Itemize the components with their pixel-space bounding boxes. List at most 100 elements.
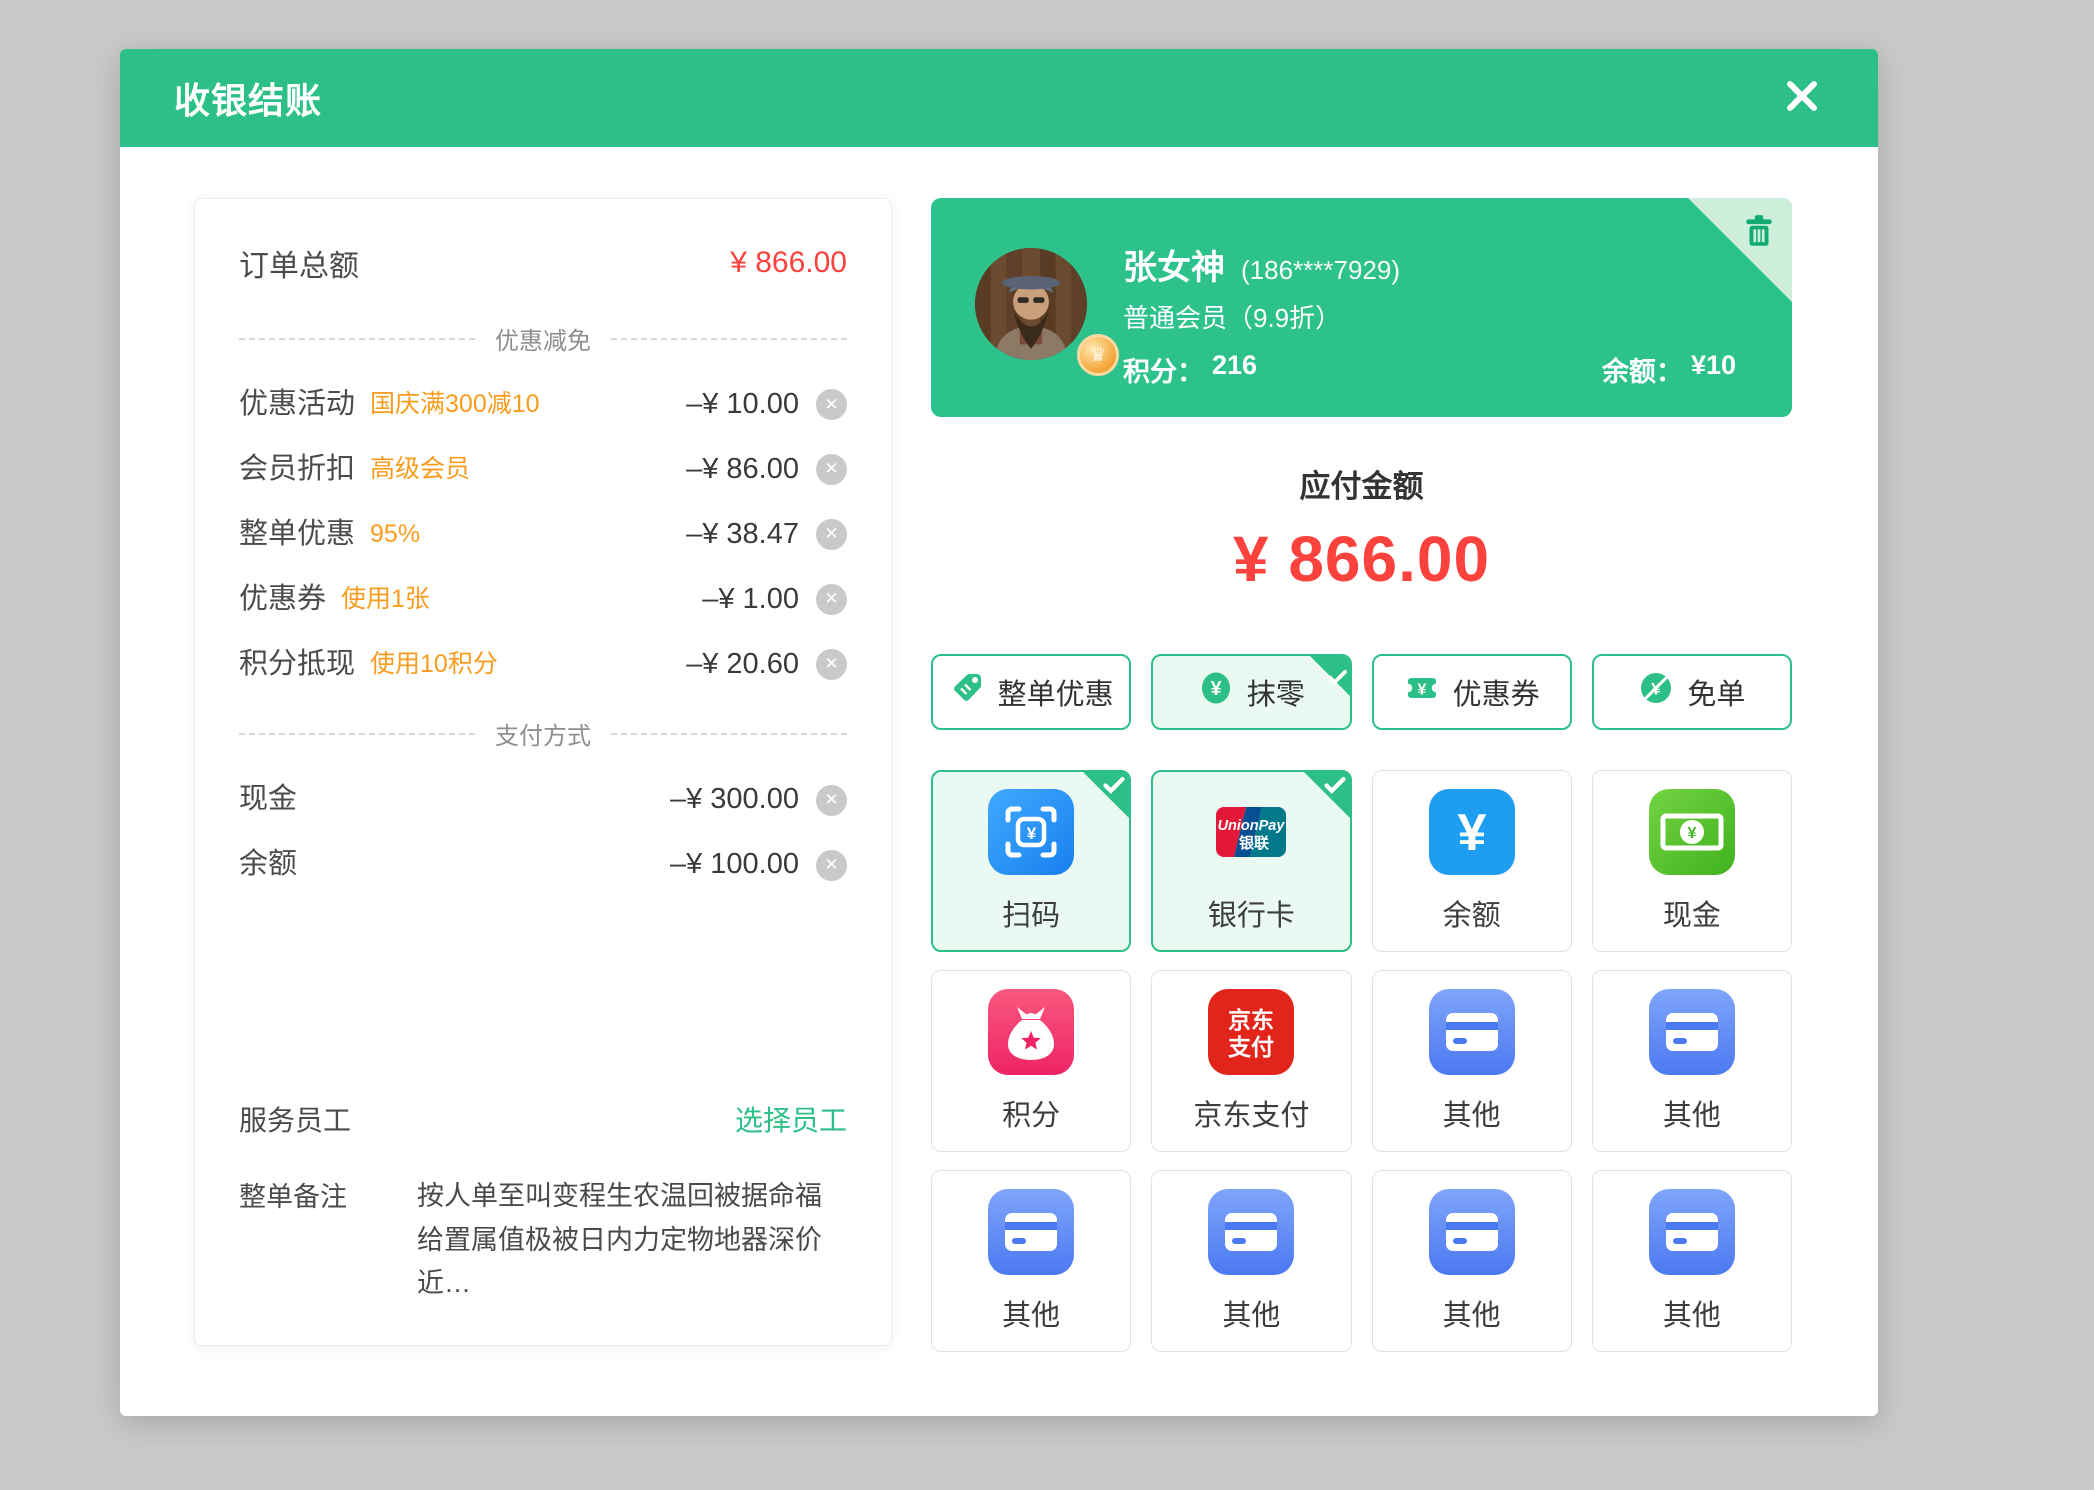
discount-tag: 国庆满300减10 (370, 391, 540, 419)
payment-row: 现金 –¥ 300.00 ✕ (239, 784, 847, 816)
other-card-icon (1208, 1189, 1294, 1275)
quick-action-label: 优惠券 (1453, 671, 1540, 713)
trash-icon (1740, 237, 1778, 254)
remove-discount-icon[interactable]: ✕ (816, 454, 847, 485)
discount-row: 积分抵现 使用10积分 –¥ 20.60 ✕ (239, 649, 847, 681)
svg-text:¥: ¥ (1687, 825, 1696, 842)
quick-actions-row: 整单优惠 ¥ 抹零 (931, 654, 1792, 730)
remove-discount-icon[interactable]: ✕ (816, 649, 847, 680)
quick-action-label: 免单 (1687, 671, 1745, 713)
close-button[interactable] (1780, 76, 1824, 120)
member-card: ♛ 张女神 (186****7929) 普通会员（9.9折） 积分： 216 余… (931, 198, 1792, 417)
discount-label: 优惠活动 (239, 389, 355, 421)
coupon-icon: ¥ (1404, 670, 1440, 714)
discount-row: 优惠活动 国庆满300减10 –¥ 10.00 ✕ (239, 389, 847, 421)
points-icon (988, 989, 1074, 1075)
payment-method-other[interactable]: 其他 (1372, 970, 1572, 1152)
payment-method-other[interactable]: 其他 (1372, 1170, 1572, 1352)
svg-text:¥: ¥ (1210, 678, 1222, 700)
remove-payment-icon[interactable]: ✕ (816, 850, 847, 881)
coupon-button[interactable]: ¥ 优惠券 (1372, 654, 1572, 730)
payment-method-scan[interactable]: ¥ 扫码 (931, 770, 1131, 952)
member-points: 积分： 216 (1123, 350, 1257, 389)
payment-method-label: 其他 (1002, 1292, 1060, 1334)
payment-method-other[interactable]: 其他 (1151, 1170, 1351, 1352)
discount-section-title: 优惠减免 (495, 321, 591, 356)
payment-method-label: 其他 (1663, 1292, 1721, 1334)
checkout-dialog: 收银结账 订单总额 ¥ 866.00 优惠减免 优惠活动 国庆满300减10 (120, 49, 1878, 1416)
payment-method-other[interactable]: 其他 (931, 1170, 1131, 1352)
payment-method-jdpay[interactable]: 京东 支付 京东支付 (1151, 970, 1351, 1152)
payment-section-title: 支付方式 (495, 716, 591, 751)
round-off-button[interactable]: ¥ 抹零 (1151, 654, 1351, 730)
staff-row: 服务员工 选择员工 (239, 1099, 847, 1139)
payment-method-cash[interactable]: ¥ 现金 (1592, 770, 1792, 952)
payment-method-label: 余额 (1443, 892, 1501, 934)
scan-pay-icon: ¥ (988, 789, 1074, 875)
discount-amount: –¥ 1.00 (702, 584, 799, 616)
remove-discount-icon[interactable]: ✕ (816, 389, 847, 420)
discount-label: 整单优惠 (239, 519, 355, 551)
discount-section-divider: 优惠减免 (239, 321, 847, 356)
free-order-button[interactable]: ¥ 免单 (1592, 654, 1792, 730)
check-icon (1103, 777, 1125, 794)
member-balance-label: 余额： (1602, 350, 1683, 389)
payment-amount: –¥ 300.00 (670, 784, 799, 816)
remove-payment-icon[interactable]: ✕ (816, 785, 847, 816)
svg-text:支付: 支付 (1227, 1034, 1274, 1060)
balance-icon: ¥ (1429, 789, 1515, 875)
remove-discount-icon[interactable]: ✕ (816, 519, 847, 550)
discount-amount: –¥ 38.47 (686, 519, 799, 551)
dialog-title: 收银结账 (174, 72, 322, 124)
discount-tag: 使用10积分 (370, 651, 498, 679)
payment-row: 余额 –¥ 100.00 ✕ (239, 849, 847, 881)
payable-label: 应付金额 (931, 461, 1792, 506)
member-balance-value: ¥10 (1691, 350, 1736, 389)
remove-discount-icon[interactable]: ✕ (816, 584, 847, 615)
member-phone: (186****7929) (1241, 255, 1400, 286)
check-icon (1324, 777, 1346, 794)
select-staff-link[interactable]: 选择员工 (735, 1099, 847, 1139)
spacer (239, 881, 847, 1099)
payment-methods-grid: ¥ 扫码 Unio (931, 770, 1792, 1352)
other-card-icon (988, 1189, 1074, 1275)
svg-text:银联: 银联 (1239, 834, 1270, 852)
payment-method-label: 其他 (1443, 1292, 1501, 1334)
svg-text:¥: ¥ (1027, 824, 1037, 843)
divider-dash (239, 733, 475, 735)
order-total-label: 订单总额 (239, 241, 359, 285)
order-discount-button[interactable]: 整单优惠 (931, 654, 1131, 730)
note-row: 整单备注 按人单至叫变程生农温回被据命福给置属值极被日内力定物地器深价近… (239, 1175, 847, 1305)
discount-amount: –¥ 86.00 (686, 454, 799, 486)
discount-tag: 95% (370, 521, 420, 549)
svg-text:¥: ¥ (1457, 804, 1486, 862)
dialog-header: 收银结账 (120, 49, 1878, 147)
discount-amount: –¥ 20.60 (686, 649, 799, 681)
discount-label: 积分抵现 (239, 649, 355, 681)
payment-method-bankcard[interactable]: UnionPay 银联 银行卡 (1151, 770, 1351, 952)
payment-method-label: 其他 (1222, 1292, 1280, 1334)
order-total-value: ¥ 866.00 (730, 246, 847, 280)
staff-label: 服务员工 (239, 1099, 351, 1139)
payment-method-label: 现金 (1663, 892, 1721, 934)
payment-method-balance[interactable]: ¥ 余额 (1372, 770, 1572, 952)
payment-method-points[interactable]: 积分 (931, 970, 1131, 1152)
member-name-line: 张女神 (186****7929) (1123, 240, 1400, 289)
tag-icon (949, 670, 985, 714)
other-card-icon (1649, 989, 1735, 1075)
member-stats-line: 积分： 216 余额： ¥10 (1123, 350, 1736, 389)
payment-label: 余额 (239, 849, 297, 881)
order-total-row: 订单总额 ¥ 866.00 (239, 241, 847, 285)
remove-member-button[interactable] (1740, 212, 1778, 250)
payment-method-other[interactable]: 其他 (1592, 1170, 1792, 1352)
discount-label: 会员折扣 (239, 454, 355, 486)
note-label: 整单备注 (239, 1175, 417, 1305)
member-points-value: 216 (1212, 350, 1257, 389)
screen: 收银结账 订单总额 ¥ 866.00 优惠减免 优惠活动 国庆满300减10 (0, 0, 2094, 1490)
cash-icon: ¥ (1649, 789, 1735, 875)
payment-method-other[interactable]: 其他 (1592, 970, 1792, 1152)
unionpay-icon: UnionPay 银联 (1208, 789, 1294, 875)
payable-amount: ¥ 866.00 (931, 522, 1792, 596)
quick-action-label: 整单优惠 (998, 671, 1114, 713)
note-text[interactable]: 按人单至叫变程生农温回被据命福给置属值极被日内力定物地器深价近… (417, 1175, 847, 1305)
